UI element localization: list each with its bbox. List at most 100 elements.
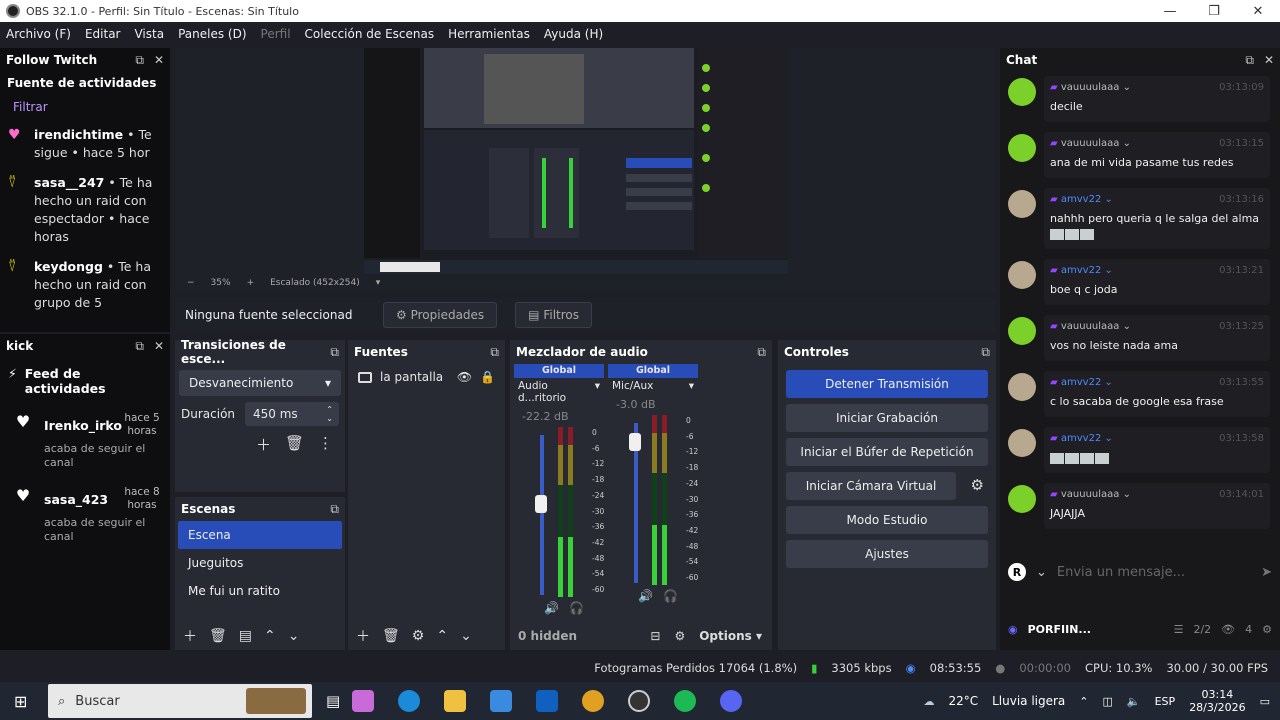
more-options-icon[interactable]: ⋮	[318, 434, 333, 455]
chrome-icon[interactable]	[582, 690, 605, 712]
float-dock-icon[interactable]: ⧉	[981, 345, 990, 360]
lock-icon[interactable]: 🔒	[480, 370, 495, 384]
float-dock-icon[interactable]: ⧉	[330, 345, 339, 360]
user-avatar[interactable]	[1008, 261, 1036, 289]
send-icon[interactable]: ➤	[1261, 565, 1272, 580]
source-properties-button[interactable]: ⚙	[412, 628, 425, 644]
mixer-options-button[interactable]: Options ▾	[699, 629, 762, 643]
channel-name[interactable]: PORFIIN...	[1028, 623, 1164, 636]
float-dock-icon[interactable]: ⧉	[330, 502, 339, 517]
menu-item[interactable]: Herramientas	[448, 27, 530, 41]
store-icon[interactable]	[490, 690, 513, 712]
user-avatar[interactable]	[1008, 429, 1036, 457]
tray-chevron-icon[interactable]: ⌃	[1079, 695, 1088, 708]
weather-temp[interactable]: 22°C	[948, 694, 978, 708]
obs-taskbar-icon[interactable]	[628, 690, 651, 712]
delete-scene-button[interactable]: 🗑	[209, 628, 227, 644]
close-dock-icon[interactable]: ✕	[154, 53, 164, 68]
move-up-button[interactable]: ⌃	[264, 628, 276, 644]
zoom-in-button[interactable]: +	[247, 278, 255, 288]
delete-source-button[interactable]: 🗑	[382, 628, 400, 644]
close-dock-icon[interactable]: ✕	[154, 339, 164, 354]
maximize-button[interactable]: ❐	[1192, 0, 1236, 22]
menu-item[interactable]: Paneles (D)	[178, 27, 246, 41]
spotify-icon[interactable]	[674, 690, 697, 712]
volume-icon[interactable]: 🔈	[1127, 695, 1141, 708]
network-icon[interactable]: ◫	[1103, 695, 1113, 708]
channel-menu-icon[interactable]: ▾	[595, 380, 600, 404]
control-button[interactable]: Iniciar Cámara Virtual ⚙	[786, 472, 984, 500]
task-view-icon[interactable]: ▤	[326, 692, 340, 710]
windows-start-icon[interactable]: ⊞	[14, 692, 27, 711]
properties-button[interactable]: ⚙ Propiedades	[383, 302, 498, 328]
close-dock-icon[interactable]: ✕	[1264, 53, 1274, 68]
user-avatar[interactable]	[1008, 78, 1036, 106]
headphones-icon[interactable]: 🎧	[569, 601, 584, 615]
control-button[interactable]: Modo Estudio	[786, 506, 988, 534]
menu-item[interactable]: Colección de Escenas	[305, 27, 435, 41]
channel-menu-icon[interactable]: ▾	[689, 380, 694, 392]
preview-canvas[interactable]	[364, 48, 788, 274]
minimize-button[interactable]: —	[1148, 0, 1192, 22]
outlook-icon[interactable]	[536, 690, 559, 712]
duration-spinbox[interactable]: 450 ms ⌃ ⌄	[245, 402, 339, 426]
move-down-button[interactable]: ⌄	[288, 628, 300, 644]
virtual-camera-settings-icon[interactable]: ⚙	[971, 476, 984, 494]
chat-username[interactable]: amvv22	[1061, 194, 1101, 205]
float-dock-icon[interactable]: ⧉	[135, 339, 144, 354]
scene-item[interactable]: Me fui un ratito	[178, 577, 342, 605]
user-avatar[interactable]	[1008, 373, 1036, 401]
chat-username[interactable]: vauuuulaaa	[1061, 489, 1120, 500]
scene-filters-button[interactable]: ▤	[239, 628, 252, 644]
clock[interactable]: 03:14 28/3/2026	[1189, 688, 1245, 714]
zoom-out-button[interactable]: −	[187, 278, 195, 288]
delete-transition-button[interactable]: 🗑	[285, 434, 304, 455]
chat-username[interactable]: amvv22	[1061, 433, 1101, 444]
float-dock-icon[interactable]: ⧉	[135, 53, 144, 68]
user-avatar[interactable]	[1008, 134, 1036, 162]
scaling-dropdown-icon[interactable]: ▾	[376, 278, 381, 288]
volume-knob[interactable]	[629, 433, 641, 451]
menu-item[interactable]: Ayuda (H)	[544, 27, 603, 41]
lang-indicator[interactable]: ESP	[1155, 695, 1176, 708]
user-avatar[interactable]	[1008, 190, 1036, 218]
filters-button[interactable]: ▤ Filtros	[515, 302, 592, 328]
speaker-icon[interactable]: 🔊	[638, 589, 653, 603]
file-explorer-icon[interactable]	[444, 690, 467, 712]
mixer-settings-icon[interactable]: ⚙	[674, 629, 685, 643]
move-down-button[interactable]: ⌄	[460, 628, 472, 644]
chat-username[interactable]: amvv22	[1061, 377, 1101, 388]
user-avatar[interactable]	[1008, 317, 1036, 345]
menu-item[interactable]: Perfil	[261, 27, 291, 41]
source-item[interactable]: la pantalla 👁 🔒	[348, 364, 505, 390]
user-avatar[interactable]	[1008, 485, 1036, 513]
menu-item[interactable]: Editar	[85, 27, 121, 41]
taskbar-search[interactable]: ⌕ Buscar	[48, 684, 312, 718]
volume-fader[interactable]	[540, 435, 544, 595]
add-transition-button[interactable]: ＋	[256, 434, 271, 455]
add-scene-button[interactable]: ＋	[183, 626, 197, 646]
chat-input[interactable]: R ⌄ Envia un mensaje... ➤	[1008, 558, 1272, 586]
control-button[interactable]: Iniciar Grabación	[786, 404, 988, 432]
float-dock-icon[interactable]: ⧉	[1245, 53, 1254, 68]
discord-icon[interactable]	[720, 690, 743, 712]
chat-username[interactable]: vauuuulaaa	[1061, 82, 1120, 93]
close-window-button[interactable]: ✕	[1236, 0, 1280, 22]
scene-item[interactable]: Escena	[178, 521, 342, 549]
user-avatar-icon[interactable]: R	[1008, 563, 1026, 581]
notification-icon[interactable]: ▭	[1260, 695, 1270, 708]
headphones-icon[interactable]: 🎧	[663, 589, 678, 603]
edge-icon[interactable]	[398, 690, 421, 712]
add-source-button[interactable]: ＋	[356, 626, 370, 646]
float-dock-icon[interactable]: ⧉	[490, 345, 499, 360]
mixer-layout-icon[interactable]: ⊟	[650, 629, 660, 643]
volume-knob[interactable]	[535, 495, 547, 513]
menu-item[interactable]: Archivo (F)	[6, 27, 71, 41]
menu-item[interactable]: Vista	[134, 27, 164, 41]
scene-item[interactable]: Jueguitos	[178, 549, 342, 577]
visibility-eye-icon[interactable]: 👁	[457, 370, 472, 384]
chat-settings-icon[interactable]: ⚙	[1262, 623, 1272, 636]
control-button[interactable]: Ajustes	[786, 540, 988, 568]
weather-desc[interactable]: Lluvia ligera	[992, 694, 1065, 708]
chat-username[interactable]: vauuuulaaa	[1061, 321, 1120, 332]
